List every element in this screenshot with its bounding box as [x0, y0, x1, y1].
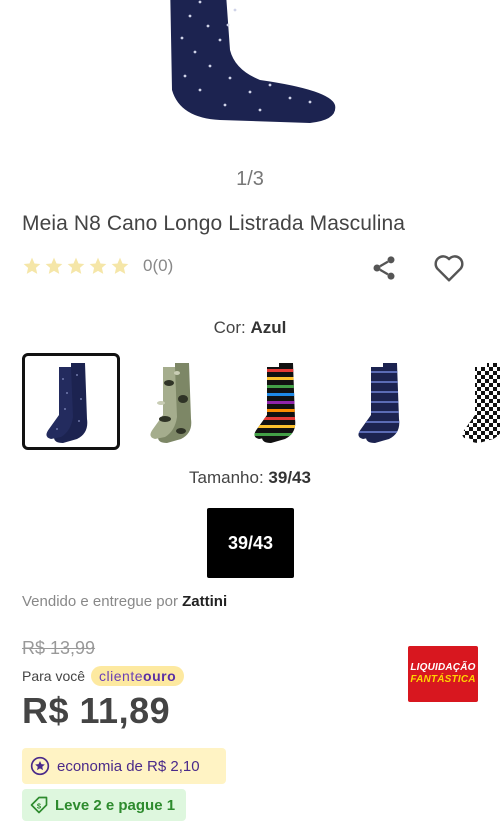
color-label: Cor: Azul	[0, 318, 500, 338]
leve-text: Leve 2 e pague 1	[55, 796, 176, 814]
economia-badge: economia de R$ 2,10	[22, 748, 226, 784]
swatch-navy-dots[interactable]	[22, 353, 120, 450]
size-label: Tamanho: 39/43	[0, 468, 500, 488]
swatch-checkered[interactable]	[438, 353, 500, 450]
cliente-ouro-text-b: ouro	[143, 668, 177, 684]
rating[interactable]: 0(0)	[22, 256, 173, 276]
star-icon	[89, 257, 107, 274]
size-label-text: Tamanho:	[189, 468, 264, 487]
color-value: Azul	[250, 318, 287, 337]
favorite-button[interactable]	[428, 248, 470, 288]
sock-image	[170, 0, 336, 123]
para-voce-label: Para você	[22, 668, 86, 684]
star-icon	[67, 257, 85, 274]
sock-thumb	[254, 362, 296, 443]
para-voce: Para você clienteouro	[22, 666, 185, 686]
heart-icon	[434, 255, 464, 282]
product-image[interactable]	[0, 0, 500, 160]
sock-thumb	[462, 362, 500, 443]
star-icon	[111, 257, 129, 274]
promo-line-1: LIQUIDAÇÃO	[410, 662, 476, 673]
size-value: 39/43	[268, 468, 311, 487]
svg-text:$: $	[37, 801, 42, 810]
old-price: R$ 13,99	[22, 638, 96, 658]
star-circle-icon	[30, 756, 50, 776]
color-swatches	[22, 353, 500, 451]
seller-info: Vendido e entregue por Zattini	[22, 593, 227, 610]
rating-stars	[22, 256, 130, 276]
liquidacao-fantastica-badge: LIQUIDAÇÃO FANTÁSTICA	[408, 646, 478, 702]
color-label-text: Cor:	[213, 318, 246, 337]
swatch-navy-stripes[interactable]	[334, 353, 432, 450]
gallery-pager: 1/3	[236, 168, 264, 190]
sock-thumb	[46, 362, 88, 443]
rating-count: 0(0)	[143, 256, 174, 275]
economia-text: economia de R$ 2,10	[57, 757, 200, 775]
swatch-rainbow-stripes[interactable]	[230, 353, 328, 450]
share-icon	[373, 256, 395, 280]
seller-name[interactable]: Zattini	[182, 593, 227, 610]
price-tag-icon: $	[30, 796, 48, 814]
sock-thumb	[150, 362, 192, 443]
product-title: Meia N8 Cano Longo Listrada Masculina	[22, 212, 406, 235]
swatch-camo[interactable]	[126, 353, 224, 450]
sock-thumb	[358, 362, 400, 443]
share-button[interactable]	[366, 250, 402, 286]
cliente-ouro-text-a: cliente	[99, 668, 144, 684]
cliente-ouro-badge: clienteouro	[91, 666, 185, 686]
seller-prefix: Vendido e entregue por	[22, 593, 178, 610]
star-icon	[45, 257, 63, 274]
star-icon	[23, 257, 41, 274]
current-price: R$ 11,89	[22, 690, 171, 731]
leve-pague-badge: $ Leve 2 e pague 1	[22, 789, 186, 821]
size-option-button[interactable]: 39/43	[207, 508, 294, 578]
promo-line-2: FANTÁSTICA	[410, 674, 476, 685]
